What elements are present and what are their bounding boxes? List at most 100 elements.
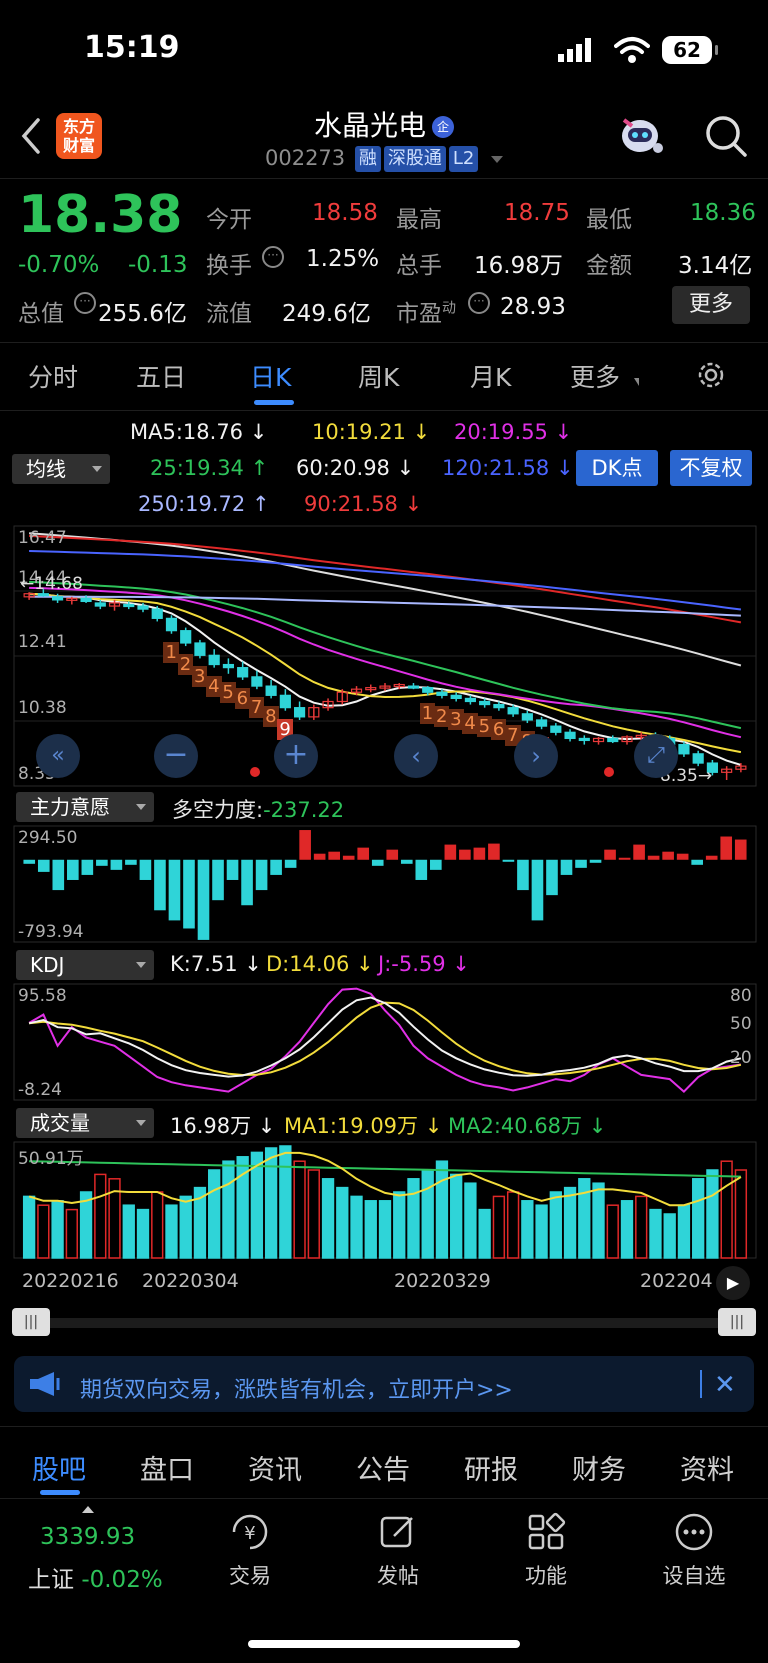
- td-count: 3: [191, 666, 208, 688]
- tab-five-day[interactable]: 五日: [136, 358, 186, 394]
- dk-point-button[interactable]: DK点: [576, 450, 658, 486]
- close-icon[interactable]: ✕: [714, 1370, 736, 1400]
- cellular-signal-icon: [558, 38, 592, 66]
- candle-body: [407, 685, 420, 689]
- scroll-right-button[interactable]: ›: [514, 734, 558, 778]
- banner-text[interactable]: 期货双向交易，涨跌皆有机会，立即开户>>: [80, 1372, 513, 1404]
- candle-body: [52, 596, 64, 601]
- range-slider-track[interactable]: [14, 1318, 754, 1328]
- moneyflow-bar: [226, 859, 239, 880]
- date-label-4: 202204: [640, 1270, 713, 1292]
- mf-label: 多空力度:: [172, 798, 264, 822]
- tab-profile[interactable]: 资料: [680, 1448, 734, 1487]
- mf-value-line: 多空力度:-237.22: [172, 794, 344, 824]
- moneyflow-bar: [197, 859, 210, 940]
- dock-watchlist[interactable]: 设自选: [644, 1512, 744, 1590]
- assistant-robot-icon[interactable]: [614, 112, 666, 164]
- scroll-left-button[interactable]: ‹: [394, 734, 438, 778]
- tab-finance[interactable]: 财务: [572, 1448, 626, 1487]
- ma90-line: [29, 534, 742, 624]
- ma120-text: 120:21.58: [442, 456, 550, 480]
- expand-icon[interactable]: ⤢: [634, 734, 678, 778]
- moneyflow-bar: [720, 836, 733, 860]
- indicator-selector-vol[interactable]: 成交量: [16, 1108, 154, 1138]
- scroll-far-left-button[interactable]: «: [36, 734, 80, 778]
- ma10-line: [29, 592, 742, 754]
- index-quote[interactable]: 上证 -0.02%: [28, 1560, 163, 1594]
- kdj-lines: [28, 987, 742, 1093]
- tab-monthly-k[interactable]: 月K: [470, 358, 511, 394]
- selector-caret-icon: [92, 466, 102, 472]
- change-amount: -0.13: [128, 252, 188, 278]
- tab-research[interactable]: 研报: [464, 1448, 518, 1487]
- tab-intraday[interactable]: 分时: [28, 358, 78, 394]
- tab-weekly-k[interactable]: 周K: [358, 358, 399, 394]
- tab-more[interactable]: 更多: [570, 358, 620, 394]
- candle-body: [479, 700, 491, 706]
- moneyflow-bar: [502, 859, 515, 862]
- moneyflow-bar: [212, 859, 224, 901]
- tab-pankou[interactable]: 盘口: [140, 1448, 194, 1487]
- volume-bar: [293, 1160, 306, 1259]
- more-button[interactable]: 更多: [672, 286, 750, 324]
- tab-daily-k[interactable]: 日K: [250, 358, 291, 394]
- moneyflow-bar: [183, 859, 195, 929]
- volume-bar: [393, 1191, 406, 1259]
- candle-body: [194, 642, 206, 656]
- kdj-d-line: [28, 1001, 742, 1077]
- tab-news[interactable]: 资讯: [248, 1448, 302, 1487]
- index-value[interactable]: 3339.93: [40, 1524, 135, 1550]
- dock-trade[interactable]: ¥ 交易: [200, 1512, 300, 1590]
- kdj-ref-50: 50: [730, 1014, 752, 1034]
- kdj-j: J:-5.59 ↓: [378, 952, 470, 976]
- dock-post[interactable]: 发帖: [348, 1512, 448, 1590]
- candle-body: [222, 663, 234, 669]
- moneyflow-bar: [734, 839, 747, 860]
- status-time: 15:19: [84, 30, 180, 65]
- range-slider-right-handle[interactable]: |||: [718, 1308, 756, 1336]
- candle-body: [536, 719, 548, 727]
- candle-body: [279, 694, 291, 709]
- indicator-selector-mf[interactable]: 主力意愿: [16, 792, 154, 822]
- moneyflow-bar: [328, 851, 340, 860]
- low-value: 18.36: [690, 200, 756, 226]
- info-dots-icon-3[interactable]: ···: [468, 292, 490, 314]
- price-high-marker: ←14.68: [20, 574, 83, 594]
- next-page-button[interactable]: ▶: [716, 1266, 750, 1300]
- tabs-divider: [0, 410, 768, 411]
- moneyflow-bar: [125, 859, 137, 865]
- info-dots-icon[interactable]: ···: [262, 246, 284, 268]
- mf-axis-bottom: -793.94: [18, 922, 84, 942]
- indicator-selector-kdj[interactable]: KDJ: [16, 950, 154, 980]
- ma250-line: [29, 595, 741, 617]
- volume-label: 总手: [396, 253, 442, 279]
- tab-announcements[interactable]: 公告: [356, 1448, 410, 1487]
- open-value: 18.58: [312, 200, 378, 226]
- kdj-k: K:7.51 ↓: [170, 952, 262, 976]
- zoom-out-button[interactable]: −: [154, 734, 198, 778]
- info-dots-icon-2[interactable]: ···: [74, 292, 96, 314]
- volume-bar: [122, 1204, 135, 1259]
- volume-bar: [549, 1191, 562, 1259]
- ma250-text: 250:19.72: [138, 492, 246, 516]
- moneyflow-bar: [691, 859, 703, 865]
- candle-body: [578, 737, 590, 742]
- price-high-value: 14.68: [34, 574, 83, 594]
- zoom-in-button[interactable]: +: [274, 734, 318, 778]
- search-icon[interactable]: [704, 114, 748, 162]
- dock-functions[interactable]: 功能: [496, 1512, 596, 1590]
- high-label: 最高: [396, 207, 442, 233]
- adjust-button[interactable]: 不复权: [670, 450, 752, 486]
- stock-name: 水晶光电: [313, 109, 426, 142]
- tag-l2: L2: [448, 146, 479, 172]
- moneyflow-bar: [444, 844, 457, 860]
- settings-gear-icon[interactable]: [694, 358, 728, 396]
- volume-bar: [51, 1200, 64, 1259]
- moneyflow-bar: [37, 859, 50, 872]
- moneyflow-bar: [517, 859, 529, 891]
- indicator-selector-ma[interactable]: 均线: [12, 454, 110, 484]
- range-slider-left-handle[interactable]: |||: [12, 1308, 50, 1336]
- tab-guba[interactable]: 股吧: [32, 1448, 86, 1487]
- selector-caret-icon: [136, 1120, 146, 1126]
- ma60-line: [29, 532, 742, 667]
